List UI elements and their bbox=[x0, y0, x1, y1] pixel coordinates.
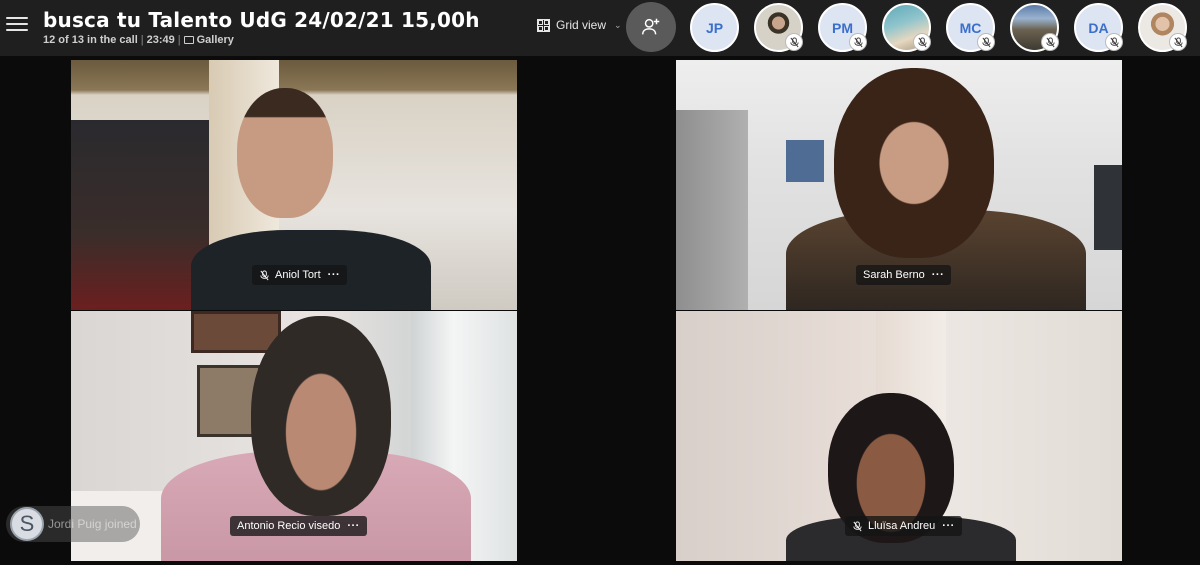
participant-name-tag[interactable]: Sarah Berno ··· bbox=[856, 265, 952, 285]
wall-picture bbox=[786, 140, 824, 182]
join-notification-text: Jordi Puig joined bbox=[48, 517, 137, 531]
muted-mic-icon bbox=[853, 520, 862, 531]
hamburger-menu-icon[interactable] bbox=[6, 14, 28, 34]
avatar-initials: DA bbox=[1088, 19, 1109, 36]
participant-avatar[interactable]: JP bbox=[690, 3, 739, 52]
muted-mic-icon bbox=[785, 33, 803, 51]
cabinet bbox=[676, 110, 748, 310]
more-options-icon[interactable]: ··· bbox=[328, 269, 341, 281]
participant-name: Aniol Tort bbox=[275, 269, 321, 281]
monitor bbox=[1094, 165, 1122, 250]
call-title: busca tu Talento UdG 24/02/21 15,00h bbox=[43, 8, 480, 32]
more-options-icon[interactable]: ··· bbox=[932, 269, 945, 281]
person-head bbox=[834, 68, 994, 258]
call-header: busca tu Talento UdG 24/02/21 15,00h 12 … bbox=[0, 0, 1200, 56]
muted-mic-icon bbox=[849, 33, 867, 51]
call-timer: 23:49 bbox=[146, 34, 175, 46]
participant-name-tag[interactable]: Antonio Recio visedo ··· bbox=[230, 516, 367, 536]
muted-mic-icon bbox=[1169, 33, 1187, 51]
view-switcher[interactable]: Grid view ⌄ bbox=[537, 18, 622, 32]
avatar-initials: MC bbox=[959, 19, 982, 36]
add-participant-button[interactable] bbox=[626, 2, 676, 52]
muted-mic-icon bbox=[913, 33, 931, 51]
chevron-down-icon: ⌄ bbox=[614, 19, 622, 30]
avatar-initials: JP bbox=[705, 19, 724, 36]
call-status-line: 12 of 13 in the call | 23:49 | Gallery bbox=[43, 34, 234, 46]
participant-name: Sarah Berno bbox=[863, 269, 925, 281]
person-head bbox=[237, 88, 333, 218]
view-switcher-label: Grid view bbox=[556, 18, 607, 32]
video-tile[interactable]: Aniol Tort ··· bbox=[71, 60, 517, 310]
participant-name-tag[interactable]: Lluïsa Andreu ··· bbox=[845, 516, 962, 536]
join-notification: S Jordi Puig joined bbox=[6, 506, 140, 542]
grid-icon bbox=[537, 18, 550, 32]
avatar-initials: PM bbox=[832, 19, 853, 36]
video-tile[interactable]: Sarah Berno ··· bbox=[676, 60, 1122, 310]
add-person-icon bbox=[642, 18, 660, 35]
skype-icon: S bbox=[10, 507, 44, 541]
video-tile[interactable]: Lluïsa Andreu ··· bbox=[676, 311, 1122, 561]
more-options-icon[interactable]: ··· bbox=[942, 520, 955, 532]
muted-mic-icon bbox=[1105, 33, 1123, 51]
participant-name-tag[interactable]: Aniol Tort ··· bbox=[252, 265, 348, 285]
participant-name: Antonio Recio visedo bbox=[237, 520, 341, 532]
participant-count: 12 of 13 in the call bbox=[43, 34, 138, 46]
person-head bbox=[251, 316, 391, 516]
more-options-icon[interactable]: ··· bbox=[347, 520, 360, 532]
layout-name: Gallery bbox=[196, 34, 234, 46]
participant-name: Lluïsa Andreu bbox=[868, 520, 936, 532]
muted-mic-icon bbox=[1041, 33, 1059, 51]
muted-mic-icon bbox=[260, 269, 269, 280]
muted-mic-icon bbox=[977, 33, 995, 51]
gallery-icon bbox=[183, 36, 194, 44]
